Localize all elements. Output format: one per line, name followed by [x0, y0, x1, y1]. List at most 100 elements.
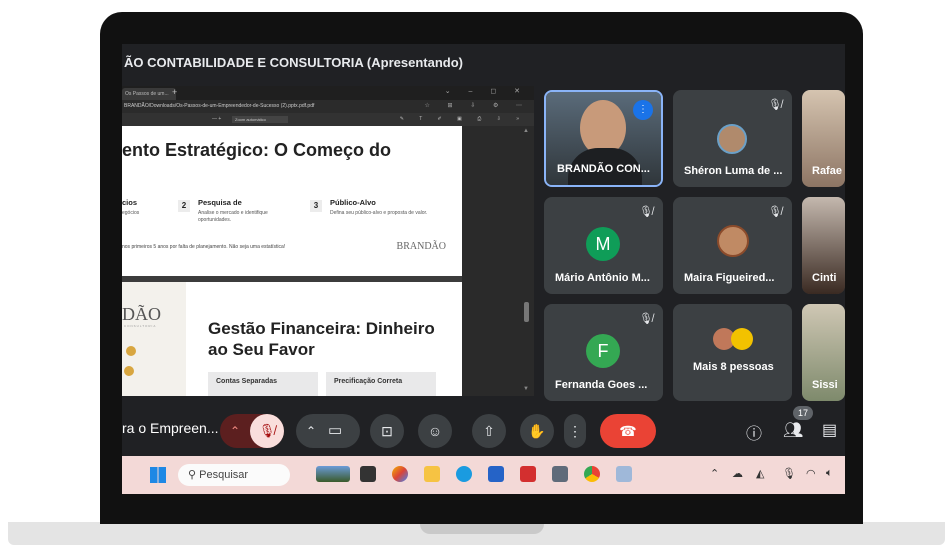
slide-card: Precificação Correta [326, 372, 436, 396]
meeting-name[interactable]: ra o Empreen... [122, 420, 219, 436]
participant-avatar [717, 124, 747, 154]
brand-subtitle: CONSULTORIA [124, 324, 157, 328]
participant-name: Rafae [812, 165, 842, 177]
participant-name: Cinti [812, 272, 837, 284]
participant-avatar [731, 328, 753, 350]
more-participants-tile[interactable]: Mais 8 pessoas [673, 304, 792, 401]
mcafee-icon[interactable] [520, 466, 536, 482]
mic-toggle-group: ⌃ 🎙︎̸ [220, 414, 284, 448]
camera-toggle-group: ⌃ ▭ [296, 414, 360, 448]
captions-button[interactable]: ⊡ [370, 414, 404, 448]
emoji-button[interactable]: ☺ [418, 414, 452, 448]
speaking-indicator-icon: ⋮ [633, 100, 653, 120]
participant-avatar: M [586, 227, 620, 261]
participant-name: Mário Antônio M... [555, 272, 650, 284]
wifi-icon[interactable]: ◠ [806, 467, 816, 480]
present-button[interactable]: ⇧ [472, 414, 506, 448]
mic-off-icon: 🎙︎̸ [639, 206, 653, 218]
participant-tile[interactable]: Rafae [802, 90, 845, 187]
zoom-controls[interactable]: — + [212, 113, 221, 126]
calculator-icon[interactable] [552, 466, 568, 482]
meet-screen: ÃO CONTABILIDADE E CONSULTORIA (Apresent… [122, 44, 845, 494]
camera-options-chevron-icon[interactable]: ⌃ [306, 414, 316, 448]
participant-name: Fernanda Goes ... [555, 379, 648, 391]
participant-tile[interactable]: Cinti [802, 197, 845, 294]
end-call-button[interactable]: ☎ [600, 414, 656, 448]
step-number: 3 [310, 200, 322, 212]
pdf-tab-bar: Os Passos de um... + ⌄ – ◻ ✕ [122, 86, 534, 100]
mic-off-icon: 🎙︎̸ [768, 206, 782, 218]
participant-tile[interactable]: 🎙︎̸ Shéron Luma de ... [673, 90, 792, 187]
slide-card: Contas Separadas [208, 372, 318, 396]
participant-name: BRANDÃO CON... [557, 163, 650, 175]
cloud-icon[interactable]: ☁ [732, 467, 743, 480]
more-options-button[interactable]: ⋮ [564, 414, 586, 448]
coin-icon [124, 366, 134, 376]
brand-logo: DÃO [122, 304, 161, 324]
mic-off-icon: 🎙︎̸ [639, 313, 653, 325]
widgets-icon[interactable] [316, 466, 350, 482]
task-view-icon[interactable] [360, 466, 376, 482]
slide-title: Gestão Financeira: Dinheiro ao Seu Favor [208, 319, 435, 359]
chat-icon[interactable]: ▤ [822, 420, 837, 440]
mic-off-button[interactable]: 🎙︎̸ [250, 414, 284, 448]
slide-sidebar: DÃO CONSULTORIA [122, 282, 186, 396]
participant-tile[interactable]: 🎙︎̸ Maira Figueired... [673, 197, 792, 294]
pdf-toolbar: — + Zoom automático ✎ T ✐ ▣ ⎙ ⇩ » [122, 113, 534, 126]
search-icon: ⚲ [188, 469, 200, 481]
app-icon[interactable] [616, 466, 632, 482]
people-icon[interactable]: 👥︎ [783, 420, 803, 440]
new-tab-icon[interactable]: + [172, 87, 177, 97]
pdf-annotation-icons[interactable]: ✎ T ✐ ▣ ⎙ ⇩ » [400, 113, 526, 126]
participant-count-badge: 17 [793, 406, 813, 420]
participant-tile[interactable]: ⋮ BRANDÃO CON... [544, 90, 663, 187]
scroll-thumb[interactable] [524, 302, 529, 322]
mic-off-icon: 🎙︎̸ [768, 99, 782, 111]
windows-taskbar: ⚲ Pesquisar ⌃ ☁ ◭ 🎙︎ ◠ 🔈︎ [122, 456, 845, 494]
mic-tray-icon[interactable]: 🎙︎ [782, 467, 796, 480]
raise-hand-button[interactable]: ✋ [520, 414, 554, 448]
window-controls-icon[interactable]: ⌄ – ◻ ✕ [445, 87, 528, 95]
participant-tile[interactable]: Sissi [802, 304, 845, 401]
shared-screen: Os Passos de um... + ⌄ – ◻ ✕ BRANDÃO/Dow… [122, 86, 534, 396]
chrome-icon[interactable] [584, 466, 600, 482]
edge-icon[interactable] [456, 466, 472, 482]
search-placeholder: Pesquisar [199, 469, 249, 481]
info-icon[interactable]: ⓘ [746, 420, 762, 444]
windows-start-icon[interactable] [150, 467, 166, 483]
coin-icon [126, 346, 136, 356]
slide-page-2: DÃO CONSULTORIA Gestão Financeira: Dinhe… [122, 282, 462, 396]
pdf-scrollbar[interactable]: ▲ ▼ [462, 126, 534, 396]
file-explorer-icon[interactable] [424, 466, 440, 482]
pdf-tab[interactable]: Os Passos de um... [122, 88, 176, 100]
step-title: Público-Alvo [330, 198, 376, 207]
zoom-select[interactable]: Zoom automático [232, 116, 288, 123]
camera-button[interactable]: ▭ [328, 414, 342, 448]
participant-name: Maira Figueired... [684, 272, 775, 284]
copilot-icon[interactable] [392, 466, 408, 482]
taskbar-search[interactable]: ⚲ Pesquisar [178, 464, 290, 486]
participant-tile[interactable]: 🎙︎̸ F Fernanda Goes ... [544, 304, 663, 401]
mic-options-chevron-icon[interactable]: ⌃ [230, 414, 240, 448]
step-number: 2 [178, 200, 190, 212]
more-participants-label: Mais 8 pessoas [693, 361, 774, 373]
google-drive-icon[interactable]: ◭ [756, 467, 764, 480]
store-icon[interactable] [488, 466, 504, 482]
browser-toolbar-icons[interactable]: ☆ ⊞ ⇩ ⚙ ⋯ [425, 100, 530, 113]
volume-icon[interactable]: 🔈︎ [826, 467, 833, 480]
participant-avatar [717, 225, 749, 257]
meet-controls-bar: ra o Empreen... ⌃ 🎙︎̸ ⌃ ▭ ⊡ ☺ ⇧ ✋ ⋮ ☎ ⓘ … [122, 406, 845, 452]
slide-footer: nos primeiros 5 anos por falta de planej… [122, 244, 286, 250]
participant-name: Sissi [812, 379, 838, 391]
pdf-document: ento Estratégico: O Começo do cios egóci… [122, 126, 462, 396]
slide-page-1: ento Estratégico: O Começo do cios egóci… [122, 126, 462, 276]
scroll-down-icon[interactable]: ▼ [523, 386, 529, 392]
brand-logo: BRANDÃO [396, 241, 446, 252]
show-hidden-icons-chevron[interactable]: ⌃ [710, 467, 719, 480]
participant-tile[interactable]: 🎙︎̸ M Mário Antônio M... [544, 197, 663, 294]
presentation-title: ÃO CONTABILIDADE E CONSULTORIA (Apresent… [124, 55, 463, 70]
step-text: Analise o mercado e identifique oportuni… [198, 210, 268, 223]
slide-step-2: Pesquisa de Analise o mercado e identifi… [198, 198, 298, 224]
scroll-up-icon[interactable]: ▲ [523, 128, 529, 134]
slide-step-3: Público-Alvo Defina seu público-alvo e p… [330, 198, 430, 217]
